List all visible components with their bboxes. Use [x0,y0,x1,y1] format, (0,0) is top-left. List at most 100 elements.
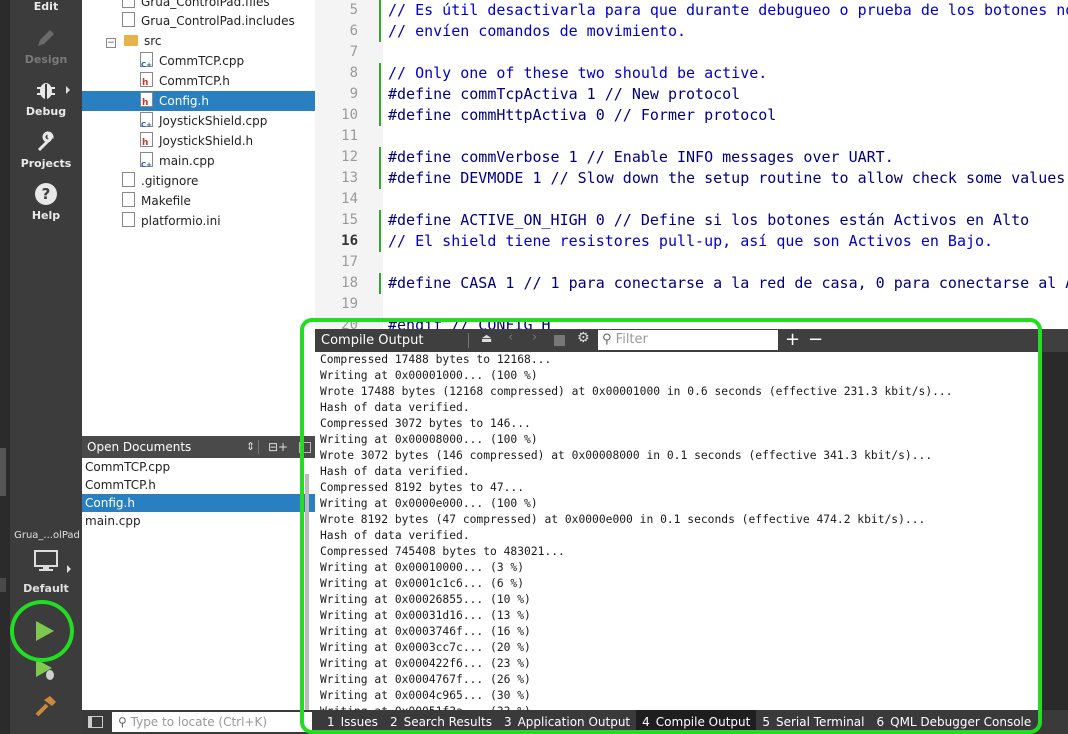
tree-item-label: JoystickShield.cpp [159,114,268,128]
tree-item-label: JoystickShield.h [159,134,254,148]
mode-edit-label: Edit [33,0,59,13]
file-icon [122,192,135,207]
change-marker [379,147,381,189]
mode-edit[interactable]: Edit [10,0,82,13]
small-indicator [0,578,6,592]
mode-projects-label: Projects [20,157,72,170]
change-marker [379,273,381,294]
code-line: // El shield tiene resistores pull-up, a… [388,232,994,250]
kit-name: Grua_...olPad [14,530,80,541]
change-marker [379,0,381,42]
line-number: 18 [341,275,358,291]
build-hammer-icon[interactable] [34,694,58,718]
open-documents-list: CommTCP.cpp CommTCP.h Config.h main.cpp [82,458,315,710]
file-icon [122,0,135,8]
line-number: 9 [349,86,358,102]
search-icon: ⚲ [118,715,127,729]
cpp-file-icon [140,112,153,135]
header-file-icon [140,92,153,113]
tree-item-label: Makefile [141,194,191,208]
code-line: #define commHttpActiva 0 // Former proto… [388,106,777,124]
line-number: 10 [341,107,358,123]
list-item[interactable]: CommTCP.h [82,476,315,494]
tree-item-label: src [144,34,162,48]
tree-item-selected[interactable]: Config.h [82,91,315,113]
mode-design-label: Design [24,53,68,66]
compile-output-annotation-box [300,318,1042,734]
open-documents-header: Open Documents ⇕ ⊟+ [82,436,315,458]
split-icon[interactable]: ⊟+ [268,436,288,458]
tree-item-src-folder[interactable]: − src [106,31,162,51]
open-documents-title: Open Documents [87,440,192,454]
pencil-icon [38,30,54,46]
tree-item[interactable]: CommTCP.h [140,71,230,93]
file-icon [122,12,135,27]
tree-item-label: Config.h [159,94,209,108]
collapse-icon[interactable]: − [106,38,116,48]
code-editor[interactable]: 5 // Es útil desactivarla para que durant… [315,0,1068,330]
list-item[interactable]: main.cpp [82,512,315,530]
code-line: #define CASA 1 // 1 para conectarse a la… [388,274,1068,292]
line-number: 7 [349,44,358,60]
locator-bar: ⚲ Type to locate (Ctrl+K) [82,710,315,734]
code-line: // envíen comandos de movimiento. [388,22,687,40]
list-item[interactable]: CommTCP.cpp [82,458,315,476]
mode-debug-label: Debug [25,105,67,118]
mode-projects[interactable]: Projects [10,130,82,170]
cpp-file-icon [140,52,153,75]
tree-item[interactable]: .gitignore [122,171,198,191]
wrench-icon [37,131,54,152]
folder-icon [124,35,138,46]
tree-item-label: Grua_ControlPad.includes [141,14,295,28]
tree-item[interactable]: JoystickShield.h [140,131,254,153]
line-number: 6 [349,23,358,39]
mode-debug[interactable]: Debug [10,78,82,118]
cpp-file-icon [140,152,153,175]
expand-arrow-icon[interactable] [66,86,70,94]
monitor-icon[interactable] [34,550,58,572]
file-icon [122,212,135,227]
tree-item[interactable]: CommTCP.cpp [140,51,245,75]
tree-item[interactable]: Makefile [122,191,191,211]
code-line: // Es útil desactivarla para que durante… [388,1,1068,19]
tree-item[interactable]: JoystickShield.cpp [140,111,268,135]
line-number: 11 [341,128,358,144]
code-line: #define DEVMODE 1 // Slow down the setup… [388,169,1068,187]
project-tree: Grua_ControlPad.files Grua_ControlPad.in… [82,0,315,436]
left-edge [0,0,10,734]
code-line: #define commVerbose 1 // Enable INFO mes… [388,148,894,166]
tree-item[interactable]: Grua_ControlPad.includes [122,11,295,31]
bug-icon [37,83,55,99]
code-line: #define commTcpActiva 1 // New protocol [388,85,741,103]
line-number: 14 [341,191,358,207]
toggle-sidebar-icon[interactable] [88,716,103,728]
header-file-icon [140,132,153,153]
tree-item-label: CommTCP.cpp [159,54,245,68]
side-splitter[interactable] [0,448,6,496]
tree-item-label: platformio.ini [141,214,221,228]
change-marker [379,63,381,126]
separator [258,440,259,454]
sort-updown-icon[interactable]: ⇕ [246,436,255,458]
run-annotation-circle [10,600,74,662]
tree-item[interactable]: platformio.ini [122,211,221,231]
kit-expand-icon[interactable] [67,565,71,573]
kit-default-label: Default [23,582,69,595]
line-number: 17 [341,254,358,270]
tree-item-label: .gitignore [141,174,199,188]
tree-item-label: CommTCP.h [159,74,230,88]
line-number: 15 [341,212,358,228]
list-item-selected[interactable]: Config.h [82,494,315,512]
mode-design[interactable]: Design [10,26,82,66]
help-icon: ? [35,183,57,205]
tree-item[interactable]: main.cpp [140,151,215,175]
file-icon [122,172,135,187]
mode-help[interactable]: ? Help [10,182,82,222]
header-file-icon [140,72,153,93]
line-number: 12 [341,149,358,165]
code-line: #define ACTIVE_ON_HIGH 0 // Define si lo… [388,211,1030,229]
locator-input[interactable]: ⚲ Type to locate (Ctrl+K) [112,712,312,732]
svg-text:?: ? [42,185,51,203]
tree-item-label: Grua_ControlPad.files [141,0,270,9]
line-number: 13 [341,170,358,186]
